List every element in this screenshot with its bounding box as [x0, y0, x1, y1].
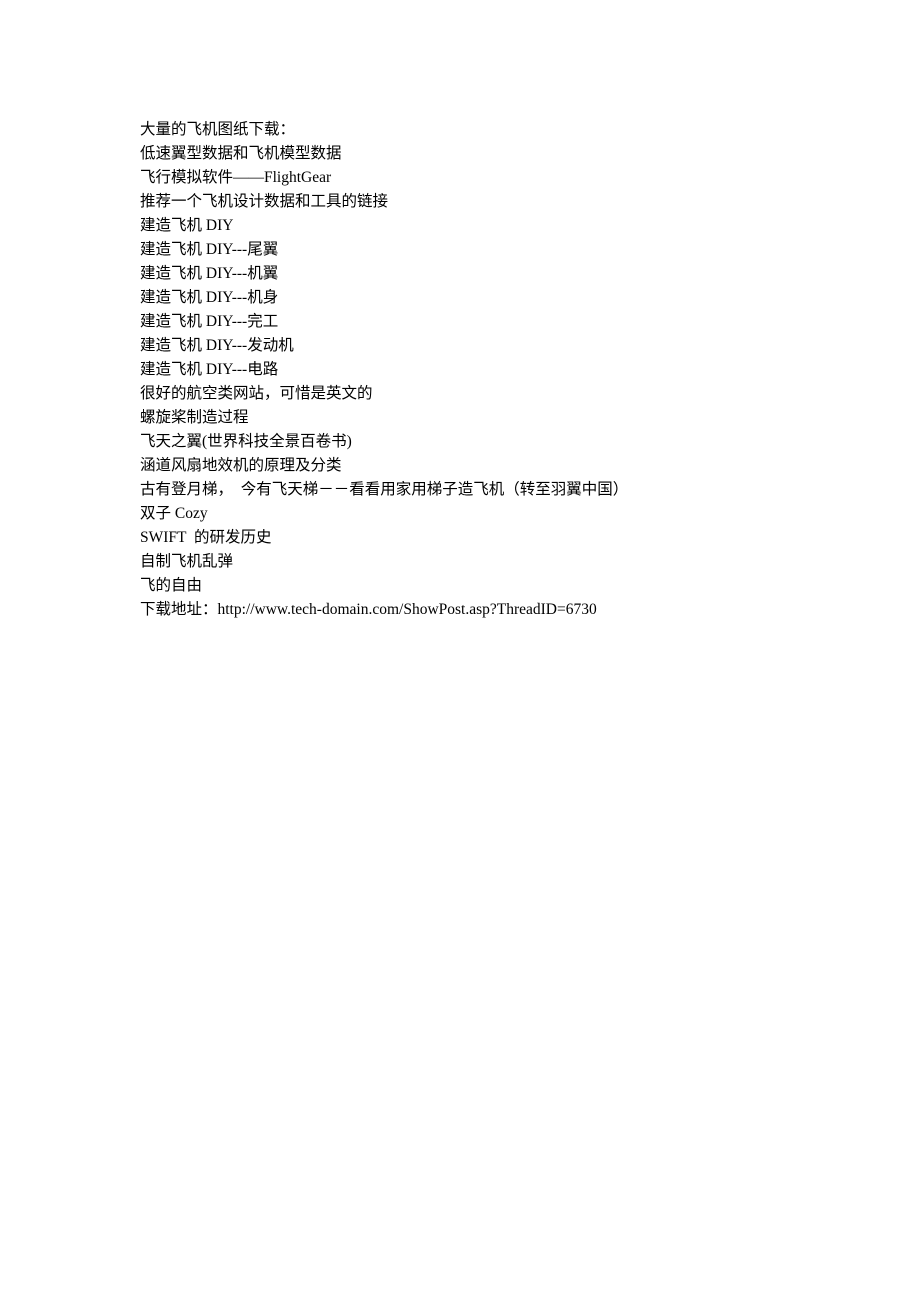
- text-line: 飞行模拟软件——FlightGear: [140, 166, 780, 190]
- text-line: 建造飞机 DIY---完工: [140, 310, 780, 334]
- text-line: 大量的飞机图纸下载：: [140, 118, 780, 142]
- text-line: 推荐一个飞机设计数据和工具的链接: [140, 190, 780, 214]
- text-line: 建造飞机 DIY: [140, 214, 780, 238]
- text-line: 双子 Cozy: [140, 502, 780, 526]
- text-line: 建造飞机 DIY---机翼: [140, 262, 780, 286]
- text-line: 下载地址：http://www.tech-domain.com/ShowPost…: [140, 598, 780, 622]
- text-line: SWIFT 的研发历史: [140, 526, 780, 550]
- text-line: 很好的航空类网站，可惜是英文的: [140, 382, 780, 406]
- text-line: 涵道风扇地效机的原理及分类: [140, 454, 780, 478]
- text-line: 古有登月梯， 今有飞天梯－－看看用家用梯子造飞机（转至羽翼中国）: [140, 478, 780, 502]
- text-line: 建造飞机 DIY---尾翼: [140, 238, 780, 262]
- text-line: 建造飞机 DIY---电路: [140, 358, 780, 382]
- document-page: 大量的飞机图纸下载： 低速翼型数据和飞机模型数据 飞行模拟软件——FlightG…: [0, 0, 920, 622]
- text-line: 建造飞机 DIY---机身: [140, 286, 780, 310]
- text-line: 建造飞机 DIY---发动机: [140, 334, 780, 358]
- text-line: 自制飞机乱弹: [140, 550, 780, 574]
- text-line: 螺旋桨制造过程: [140, 406, 780, 430]
- text-line: 飞的自由: [140, 574, 780, 598]
- text-line: 低速翼型数据和飞机模型数据: [140, 142, 780, 166]
- text-line: 飞天之翼(世界科技全景百卷书): [140, 430, 780, 454]
